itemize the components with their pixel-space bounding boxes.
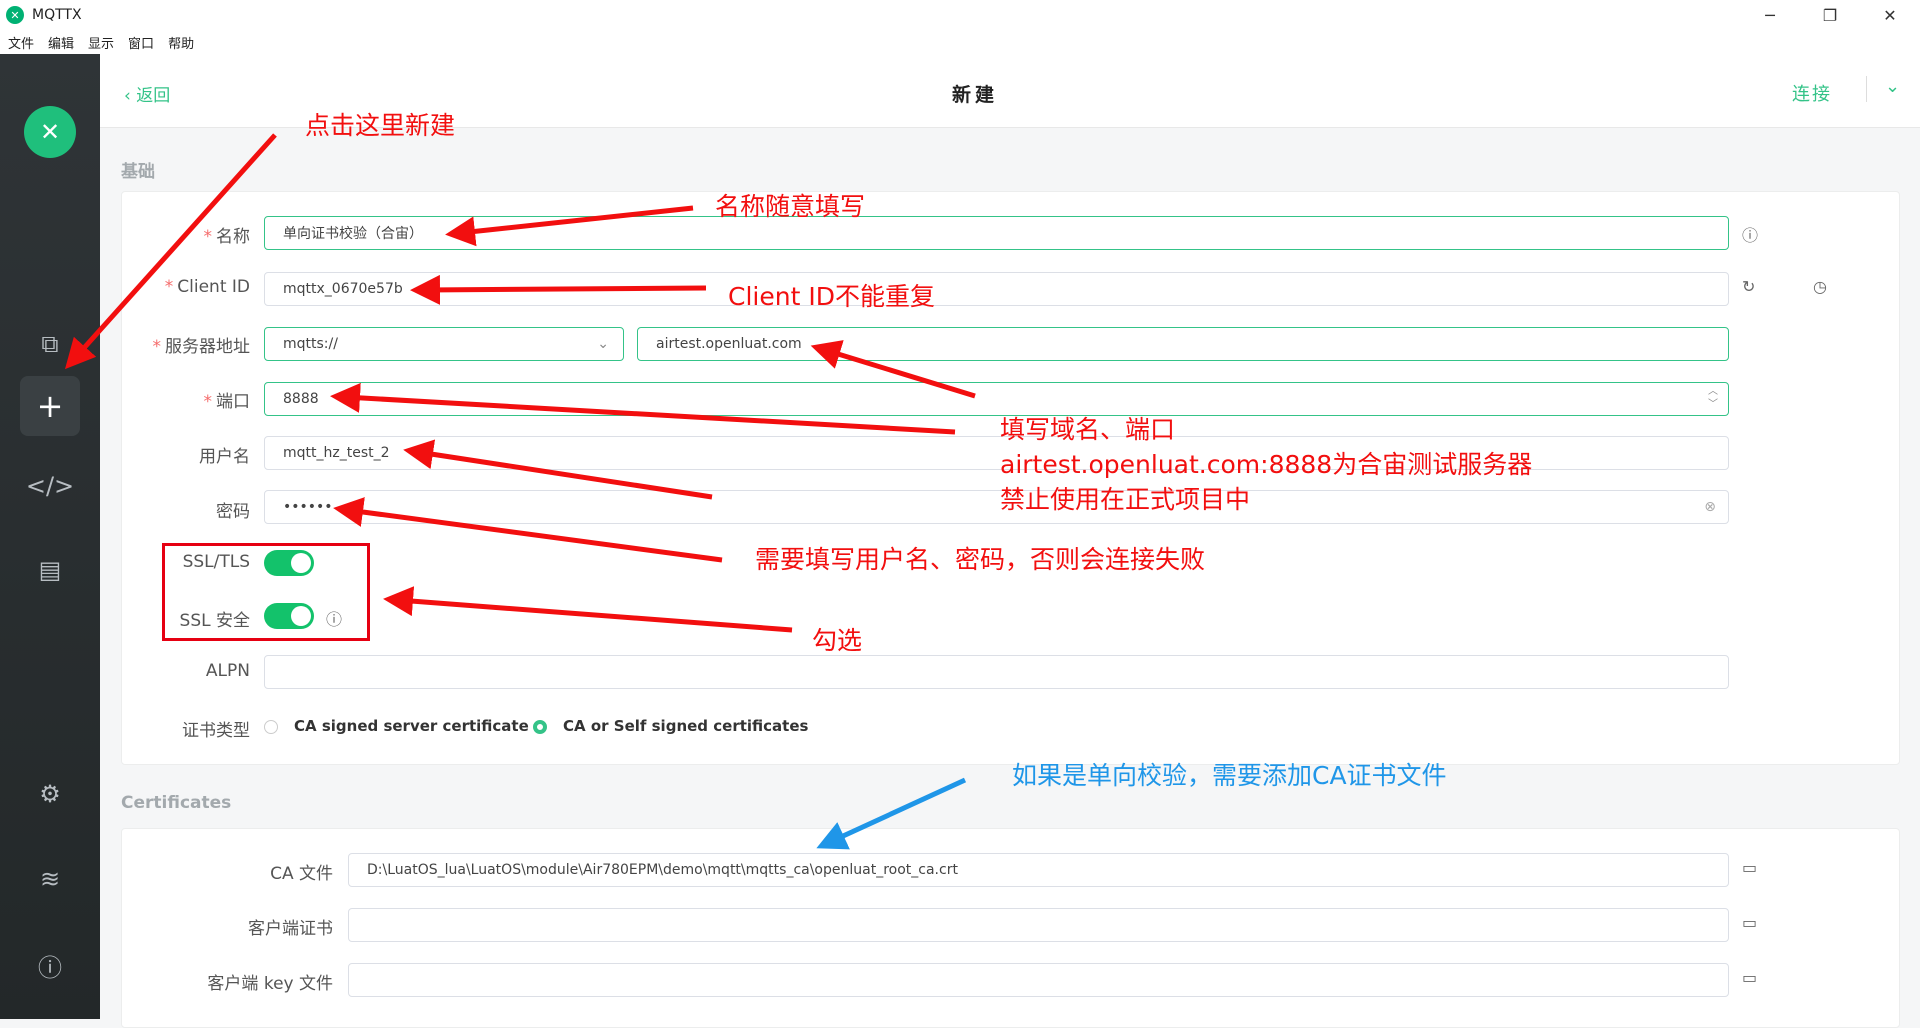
ca-file-input[interactable]: D:\LuatOS_lua\LuatOS\module\Air780EPM\de… xyxy=(348,853,1729,887)
new-connection-icon[interactable]: + xyxy=(20,376,80,436)
page-title: 新建 xyxy=(951,84,998,106)
basic-section-title: 基础 xyxy=(121,162,155,182)
clock-icon[interactable]: ◷ xyxy=(1813,277,1827,296)
menu-window[interactable]: 窗口 xyxy=(128,33,154,52)
client-cert-input[interactable] xyxy=(348,908,1729,942)
host-input[interactable]: airtest.openluat.com xyxy=(637,327,1729,361)
refresh-icon[interactable]: ↻ xyxy=(1742,277,1755,296)
stepper-icon[interactable]: ︿ ﹀ xyxy=(1708,385,1718,411)
ssl-highlight-box xyxy=(162,543,370,641)
cert-option-self-signed-radio[interactable] xyxy=(533,720,547,734)
menu-help[interactable]: 帮助 xyxy=(168,33,194,52)
annotation-host-port-2: airtest.openluat.com:8888为合宙测试服务器 xyxy=(1000,450,1533,479)
log-icon[interactable]: ▤ xyxy=(20,540,80,600)
settings-icon[interactable]: ⚙ xyxy=(20,764,80,824)
password-value: •••••• xyxy=(283,499,333,515)
client-key-label: 客户端 key 文件 xyxy=(207,974,333,994)
name-label: * 名称 xyxy=(203,227,251,247)
menu-view[interactable]: 显示 xyxy=(88,33,114,52)
cert-type-label: 证书类型 xyxy=(182,721,250,741)
password-label: 密码 xyxy=(216,502,250,522)
annotation-new-here: 点击这里新建 xyxy=(305,111,456,140)
menu-file[interactable]: 文件 xyxy=(8,33,34,52)
clientid-label: * Client ID xyxy=(164,277,250,297)
protocol-value: mqtts:// xyxy=(283,336,338,352)
folder-icon[interactable]: ▭ xyxy=(1742,913,1757,932)
menu-edit[interactable]: 编辑 xyxy=(48,33,74,52)
window-title: MQTTX xyxy=(32,7,82,23)
app-logo-icon: ✕ xyxy=(6,6,24,24)
client-cert-label: 客户端证书 xyxy=(248,919,333,939)
annotation-clientid-unique: Client ID不能重复 xyxy=(728,282,935,311)
host-label: * 服务器地址 xyxy=(152,337,251,357)
about-icon[interactable]: ⓘ xyxy=(20,935,80,995)
minimize-button[interactable]: ─ xyxy=(1740,0,1800,30)
port-label: * 端口 xyxy=(203,392,251,412)
feed-icon[interactable]: ≋ xyxy=(20,849,80,909)
connect-button[interactable]: 连接 xyxy=(1792,80,1832,106)
annotation-ca-hint: 如果是单向校验，需要添加CA证书文件 xyxy=(1012,761,1447,790)
clientid-input[interactable]: mqttx_0670e57b xyxy=(264,272,1729,306)
restore-button[interactable]: ❐ xyxy=(1800,0,1860,30)
annotation-check-it: 勾选 xyxy=(812,626,863,655)
chevron-down-icon[interactable]: ⌄ xyxy=(1866,76,1900,102)
connections-icon[interactable]: ⧉ xyxy=(20,314,80,374)
port-value: 8888 xyxy=(283,391,319,407)
annotation-host-port-1: 填写域名、端口 xyxy=(1000,415,1176,444)
cert-option-ca-signed-label[interactable]: CA signed server certificate xyxy=(294,717,529,735)
annotation-name-any: 名称随意填写 xyxy=(715,192,866,221)
mqttx-logo-icon: ✕ xyxy=(24,106,76,158)
clear-icon[interactable]: ⊗ xyxy=(1704,499,1716,515)
username-label: 用户名 xyxy=(199,447,250,467)
name-input[interactable]: 单向证书校验（合宙） xyxy=(264,216,1729,250)
menu-bar: 文件 编辑 显示 窗口 帮助 xyxy=(0,30,1920,54)
close-button[interactable]: ✕ xyxy=(1860,0,1920,30)
cert-option-self-signed-label[interactable]: CA or Self signed certificates xyxy=(563,717,808,735)
password-input[interactable]: •••••• ⊗ xyxy=(264,490,1729,524)
title-bar: ✕ MQTTX ─ ❐ ✕ xyxy=(0,0,1920,30)
sidebar: ✕ ⧉ + </> ▤ ⚙ ≋ ⓘ xyxy=(0,54,100,1019)
info-icon: ⓘ xyxy=(1742,226,1759,245)
folder-icon[interactable]: ▭ xyxy=(1742,968,1757,987)
protocol-select[interactable]: mqtts:// ⌄ xyxy=(264,327,624,361)
client-key-input[interactable] xyxy=(348,963,1729,997)
script-icon[interactable]: </> xyxy=(20,456,80,516)
port-input[interactable]: 8888 ︿ ﹀ xyxy=(264,382,1729,416)
ca-file-label: CA 文件 xyxy=(270,864,333,884)
annotation-need-credentials: 需要填写用户名、密码，否则会连接失败 xyxy=(755,545,1206,574)
chevron-down-icon: ⌄ xyxy=(597,336,609,352)
alpn-input[interactable] xyxy=(264,655,1729,689)
folder-icon[interactable]: ▭ xyxy=(1742,858,1757,877)
certificates-section-title: Certificates xyxy=(121,793,232,813)
alpn-label: ALPN xyxy=(205,661,250,681)
annotation-host-port-3: 禁止使用在正式项目中 xyxy=(1000,485,1251,514)
cert-option-ca-signed-radio[interactable] xyxy=(264,720,278,734)
